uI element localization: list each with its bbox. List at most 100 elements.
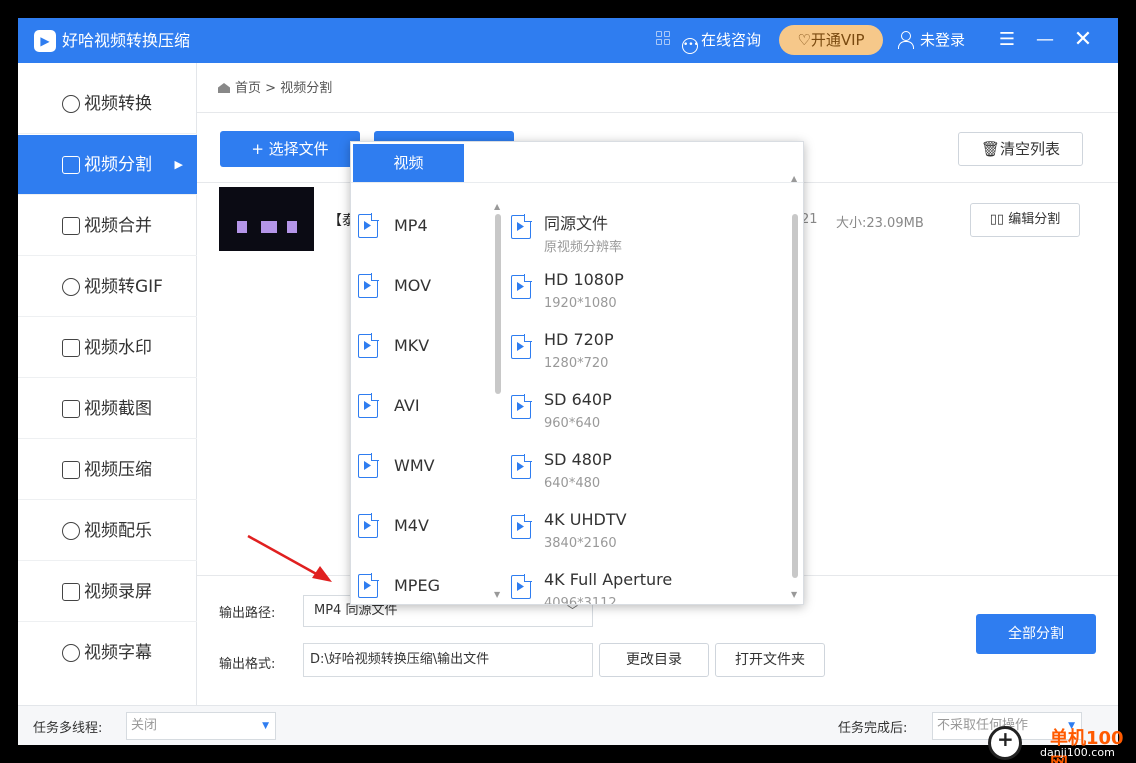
resolution-item-4k-uhdtv[interactable]: 4K UHDTV 3840*2160 [507, 510, 787, 570]
split-all-button[interactable]: 全部分割 [976, 614, 1096, 654]
video-thumbnail [219, 187, 314, 251]
watermark-icon [62, 339, 80, 357]
video-file-icon [358, 333, 379, 358]
resolution-scrollbar[interactable] [792, 214, 798, 578]
vip-button[interactable]: ♡开通VIP [779, 25, 883, 55]
scroll-up-icon[interactable]: ▲ [791, 174, 797, 183]
scroll-up-icon[interactable]: ▲ [494, 202, 500, 211]
split-icon: ▯▯ [989, 212, 1005, 227]
format-item-m4v[interactable]: M4V [355, 506, 487, 546]
resolution-size: 3840*2160 [544, 536, 617, 551]
multithread-value: 关闭 [131, 718, 158, 733]
login-button[interactable]: 未登录 [898, 29, 965, 51]
clear-list-label: 清空列表 [1000, 140, 1061, 158]
minimize-icon[interactable]: — [1031, 26, 1059, 54]
chat-icon: ••• [682, 38, 699, 54]
sidebar-item-record[interactable]: 视频录屏 [18, 562, 197, 622]
resolution-name: 4K UHDTV [544, 510, 627, 529]
resolution-name: 4K Full Aperture [544, 570, 673, 589]
resolution-name: HD 1080P [544, 270, 624, 289]
watermark-logo-icon [988, 726, 1022, 760]
sidebar-item-label: 视频配乐 [84, 521, 152, 541]
format-scrollbar[interactable] [495, 214, 501, 394]
close-icon[interactable]: ✕ [1069, 26, 1097, 54]
video-file-icon [358, 213, 379, 238]
format-item-mkv[interactable]: MKV [355, 326, 487, 366]
format-item-mpeg[interactable]: MPEG [355, 566, 487, 604]
sidebar-item-label: 视频录屏 [84, 582, 152, 602]
sidebar-item-label: 视频水印 [84, 338, 152, 358]
sidebar-item-label: 视频分割 [84, 155, 152, 175]
video-file-icon [358, 573, 379, 598]
grid-menu-icon[interactable] [656, 31, 670, 45]
resolution-size: 1920*1080 [544, 296, 617, 311]
divider [197, 112, 1118, 113]
sidebar-item-music[interactable]: 视频配乐 [18, 501, 197, 561]
change-dir-button[interactable]: 更改目录 [599, 643, 709, 677]
format-name: M4V [394, 516, 429, 535]
tab-video[interactable]: 视频 [353, 144, 464, 182]
chevron-right-icon: ▶ [174, 158, 183, 171]
resolution-size: 原视频分辨率 [544, 240, 623, 255]
sidebar-item-screenshot[interactable]: 视频截图 [18, 379, 197, 439]
format-name: MP4 [394, 216, 428, 235]
clear-list-button[interactable]: 🗑清空列表 [958, 132, 1083, 166]
sidebar-item-label: 视频截图 [84, 399, 152, 419]
music-icon [62, 522, 80, 540]
edit-split-button[interactable]: ▯▯ 编辑分割 [970, 203, 1080, 237]
resolution-size: 960*640 [544, 416, 601, 431]
breadcrumb-current: 视频分割 [280, 81, 333, 96]
select-file-button[interactable]: + 选择文件 [220, 131, 360, 167]
multithread-label: 任务多线程: [33, 721, 103, 736]
video-file-icon [511, 214, 532, 239]
site-watermark: 单机100网 danji100.com [988, 724, 1136, 763]
video-file-icon [358, 453, 379, 478]
sidebar-item-label: 视频转换 [84, 94, 152, 114]
sidebar-item-label: 视频转GIF [84, 277, 163, 297]
resolution-name: 同源文件 [544, 214, 609, 233]
format-item-avi[interactable]: AVI [355, 386, 487, 426]
video-file-icon [358, 513, 379, 538]
diamond-icon: ♡ [797, 31, 811, 49]
resolution-size: 4096*3112 [544, 596, 617, 605]
format-item-wmv[interactable]: WMV [355, 446, 487, 486]
scroll-down-icon[interactable]: ▼ [494, 590, 500, 599]
scroll-down-icon[interactable]: ▼ [791, 590, 797, 599]
split-icon [62, 156, 80, 174]
resolution-size: 640*480 [544, 476, 601, 491]
format-dropdown-popup: 视频 MP4 MOV MKV AVI WMV M4V MPEG ▲ ▼ 同源文件… [350, 141, 804, 605]
resolution-item-480p[interactable]: SD 480P 640*480 [507, 450, 787, 510]
video-file-icon [511, 574, 532, 599]
video-file-icon [511, 274, 532, 299]
resolution-name: SD 640P [544, 390, 612, 409]
convert-icon [62, 95, 80, 113]
breadcrumb-home[interactable]: 首页 [235, 81, 261, 96]
resolution-item-4k-full[interactable]: 4K Full Aperture 4096*3112 [507, 570, 787, 605]
status-bar: 任务多线程: 关闭 ▼ 任务完成后: 不采取任何操作 ▼ [18, 705, 1118, 745]
file-size: 大小:23.09MB [836, 216, 924, 231]
multithread-select[interactable]: 关闭 ▼ [126, 712, 276, 740]
resolution-item-source[interactable]: 同源文件原视频分辨率 [507, 210, 787, 270]
format-item-mp4[interactable]: MP4 [355, 206, 487, 246]
video-file-icon [511, 394, 532, 419]
resolution-item-1080p[interactable]: HD 1080P 1920*1080 [507, 270, 787, 330]
online-consult-button[interactable]: ••• 在线咨询 [682, 29, 761, 54]
sidebar-item-gif[interactable]: 视频转GIF [18, 257, 197, 317]
format-item-mov[interactable]: MOV [355, 266, 487, 306]
sidebar-item-compress[interactable]: 视频压缩 [18, 440, 197, 500]
sidebar-item-watermark[interactable]: 视频水印 [18, 318, 197, 378]
resolution-item-720p[interactable]: HD 720P 1280*720 [507, 330, 787, 390]
open-folder-button[interactable]: 打开文件夹 [715, 643, 825, 677]
menu-icon[interactable]: ☰ [993, 26, 1021, 54]
resolution-name: SD 480P [544, 450, 612, 469]
resolution-size: 1280*720 [544, 356, 609, 371]
sidebar-item-merge[interactable]: 视频合并 [18, 196, 197, 256]
resolution-item-640p[interactable]: SD 640P 960*640 [507, 390, 787, 450]
consult-label: 在线咨询 [701, 31, 762, 49]
sidebar-item-split[interactable]: 视频分割 ▶ [18, 135, 197, 195]
sidebar-item-subtitle[interactable]: 视频字幕 [18, 623, 197, 683]
video-file-icon [511, 454, 532, 479]
format-name: MKV [394, 336, 430, 355]
output-dir-input[interactable]: D:\好哈视频转换压缩\输出文件 [303, 643, 593, 677]
sidebar-item-convert[interactable]: 视频转换 [18, 74, 197, 134]
